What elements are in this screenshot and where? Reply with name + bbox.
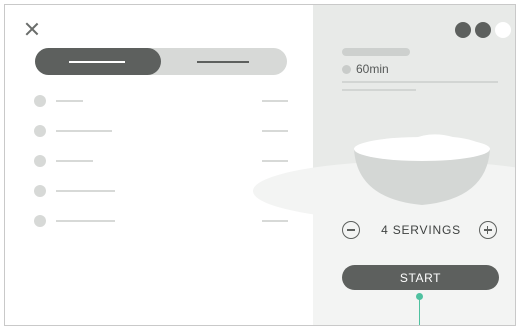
view-toggle-option-1-label-placeholder xyxy=(69,60,125,63)
ingredient-amount-placeholder xyxy=(262,220,288,222)
ingredient-amount-placeholder xyxy=(262,160,288,162)
recipe-detail-panel: 60min 4 SERVINGS START xyxy=(253,5,515,325)
ingredient-row[interactable] xyxy=(34,94,288,108)
description-line-placeholder xyxy=(342,89,416,91)
pagination-dots xyxy=(455,22,511,38)
ingredients-panel xyxy=(5,5,313,325)
minus-icon xyxy=(346,229,355,231)
servings-label: 4 SERVINGS xyxy=(381,223,461,237)
ingredient-row[interactable] xyxy=(34,184,288,198)
ingredient-amount-placeholder xyxy=(262,100,288,102)
recipe-title-placeholder xyxy=(342,48,410,56)
plus-icon-vertical xyxy=(486,226,489,234)
decrease-servings-button[interactable] xyxy=(342,221,360,239)
view-toggle-option-2-label-placeholder xyxy=(197,60,249,63)
ingredient-row[interactable] xyxy=(34,154,288,168)
cook-time-label: 60min xyxy=(356,62,389,76)
view-toggle xyxy=(35,48,287,75)
page-dot-3[interactable] xyxy=(495,22,511,38)
description-line-placeholder xyxy=(342,81,498,83)
close-icon[interactable] xyxy=(25,22,39,36)
ingredient-name-placeholder xyxy=(56,220,115,222)
bowl-illustration xyxy=(354,134,490,205)
ingredient-checkbox[interactable] xyxy=(34,155,46,167)
ingredient-checkbox[interactable] xyxy=(34,125,46,137)
ingredient-name-placeholder xyxy=(56,130,112,132)
view-toggle-option-1[interactable] xyxy=(35,48,161,75)
ingredient-row[interactable] xyxy=(34,214,288,228)
tap-indicator-line xyxy=(418,298,421,325)
ingredient-name-placeholder xyxy=(56,160,93,162)
start-button[interactable]: START xyxy=(342,265,499,290)
ingredient-checkbox[interactable] xyxy=(34,185,46,197)
ingredient-amount-placeholder xyxy=(262,130,288,132)
page-dot-1[interactable] xyxy=(455,22,471,38)
ingredient-row[interactable] xyxy=(34,124,288,138)
view-toggle-option-2[interactable] xyxy=(161,48,287,75)
increase-servings-button[interactable] xyxy=(479,221,497,239)
servings-control: 4 SERVINGS xyxy=(342,219,499,241)
ingredient-checkbox[interactable] xyxy=(34,215,46,227)
recipe-window: 60min 4 SERVINGS START xyxy=(4,4,516,326)
ingredient-name-placeholder xyxy=(56,190,115,192)
clock-icon xyxy=(342,64,351,74)
page-dot-2[interactable] xyxy=(475,22,491,38)
ingredient-checkbox[interactable] xyxy=(34,95,46,107)
cook-time: 60min xyxy=(342,62,389,76)
ingredient-name-placeholder xyxy=(56,100,83,102)
